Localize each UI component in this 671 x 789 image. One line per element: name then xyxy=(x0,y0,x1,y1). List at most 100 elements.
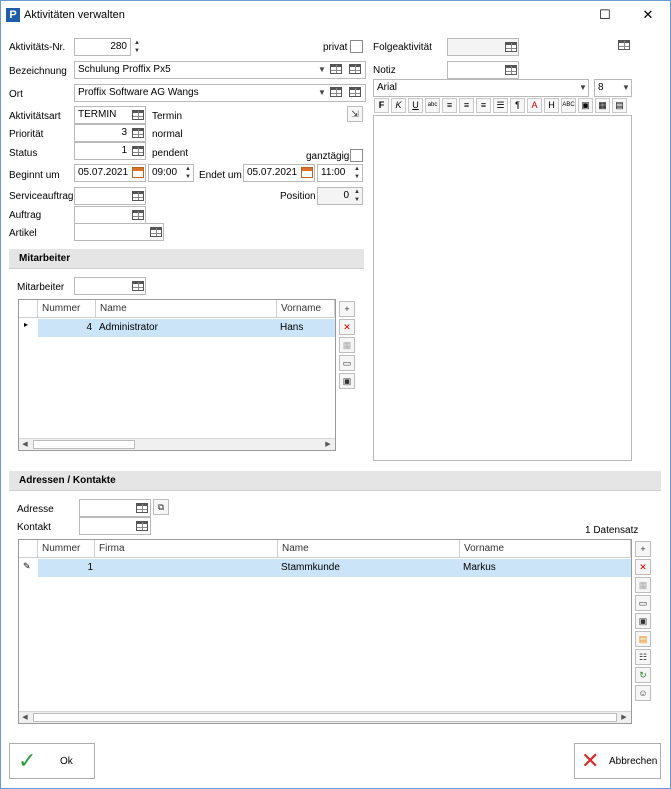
delete-row-icon[interactable]: ✕ xyxy=(339,319,355,335)
paragraph-icon[interactable]: ¶ xyxy=(510,98,525,113)
font-color-icon[interactable]: A xyxy=(527,98,542,113)
scroll-right-icon[interactable]: ▶ xyxy=(322,439,334,450)
delete-row-icon[interactable]: ✕ xyxy=(635,559,651,575)
ok-button[interactable]: ✓ Ok xyxy=(9,743,95,779)
column-header-nummer[interactable]: Nummer xyxy=(38,300,96,318)
ganztaegig-label: ganztägig xyxy=(306,151,350,162)
lookup-table-icon[interactable] xyxy=(150,227,162,237)
font-select[interactable]: Arial xyxy=(373,79,589,97)
save-icon[interactable]: ▤ xyxy=(612,98,627,113)
scroll-left-icon[interactable]: ◀ xyxy=(19,712,31,723)
scroll-left-icon[interactable]: ◀ xyxy=(19,439,31,450)
cell-name: Administrator xyxy=(99,322,158,333)
cell-nummer: 1 xyxy=(87,562,93,573)
column-header-name[interactable]: Name xyxy=(278,540,460,558)
scroll-right-icon[interactable]: ▶ xyxy=(618,712,630,723)
strikethrough-icon[interactable]: abc xyxy=(425,98,440,113)
person-icon[interactable]: ☺ xyxy=(635,685,651,701)
spellcheck-icon[interactable]: ABC xyxy=(561,98,576,113)
grid-add-icon[interactable] xyxy=(618,40,630,50)
kontakt-label: Kontakt xyxy=(17,522,51,533)
card-icon[interactable]: ▣ xyxy=(339,373,355,389)
beginnt-label: Beginnt um xyxy=(9,170,60,181)
note-icon[interactable]: ▤ xyxy=(635,631,651,647)
lookup-table-icon[interactable] xyxy=(505,65,517,75)
grid-add-icon[interactable] xyxy=(330,87,342,97)
lookup-table-icon[interactable] xyxy=(132,191,144,201)
prioritaet-label: Priorität xyxy=(9,129,44,140)
column-header-vorname[interactable]: Vorname xyxy=(277,300,335,318)
edit-row-icon[interactable]: ▦ xyxy=(635,577,651,593)
bezeichnung-dropdown-icon[interactable]: ▼ xyxy=(318,65,326,74)
notiz-editor[interactable] xyxy=(373,115,632,461)
chevron-down-icon[interactable]: ▼ xyxy=(622,83,630,92)
table-row[interactable]: 4 Administrator Hans xyxy=(38,319,335,337)
endet-label: Endet um xyxy=(199,170,242,181)
align-center-icon[interactable]: ≡ xyxy=(459,98,474,113)
detail-icon[interactable]: ▭ xyxy=(635,595,651,611)
list-icon[interactable]: ☷ xyxy=(635,649,651,665)
bold-icon[interactable]: F xyxy=(374,98,389,113)
bullet-list-icon[interactable]: ☰ xyxy=(493,98,508,113)
calendar-icon[interactable] xyxy=(132,167,144,178)
lookup-table-icon[interactable] xyxy=(505,42,517,52)
copy-icon[interactable]: ⧉ xyxy=(153,499,169,515)
export-icon[interactable]: ⇲ xyxy=(347,106,363,122)
prioritaet-desc: normal xyxy=(152,129,183,140)
calendar-icon[interactable] xyxy=(301,167,313,178)
window-title: Aktivitäten verwalten xyxy=(24,9,125,21)
grid-edit-icon[interactable] xyxy=(349,87,361,97)
detail-icon[interactable]: ▭ xyxy=(339,355,355,371)
column-header-nummer[interactable]: Nummer xyxy=(38,540,95,558)
lookup-table-icon[interactable] xyxy=(132,146,144,156)
grid-add-icon[interactable] xyxy=(330,64,342,74)
artikel-label: Artikel xyxy=(9,228,37,239)
lookup-table-icon[interactable] xyxy=(136,521,148,531)
aktnr-input[interactable]: 280 xyxy=(74,38,131,56)
status-desc: pendent xyxy=(152,148,189,159)
card-icon[interactable]: ▣ xyxy=(635,613,651,629)
maximize-button[interactable]: ☐ xyxy=(595,6,615,24)
endet-time-spinner[interactable]: ▲ ▼ xyxy=(352,165,362,181)
horizontal-scrollbar[interactable]: ◀ ▶ xyxy=(19,711,631,723)
lookup-table-icon[interactable] xyxy=(132,281,144,291)
lookup-table-icon[interactable] xyxy=(132,128,144,138)
highlight-icon[interactable]: H xyxy=(544,98,559,113)
lookup-table-icon[interactable] xyxy=(132,110,144,120)
add-row-icon[interactable]: + xyxy=(339,301,355,317)
new-doc-icon[interactable]: ▣ xyxy=(578,98,593,113)
chevron-down-icon[interactable]: ▼ xyxy=(579,83,587,92)
edit-row-icon[interactable]: ▦ xyxy=(339,337,355,353)
position-spinner[interactable]: ▲ ▼ xyxy=(352,188,362,204)
aktnr-spinner[interactable]: ▲ ▼ xyxy=(132,39,142,55)
add-row-icon[interactable]: + xyxy=(635,541,651,557)
column-header-vorname[interactable]: Vorname xyxy=(460,540,631,558)
cell-firma xyxy=(95,559,98,577)
auftrag-label: Auftrag xyxy=(9,210,42,221)
lookup-table-icon[interactable] xyxy=(132,210,144,220)
table-row[interactable]: 1 Stammkunde Markus xyxy=(38,559,631,577)
ganztaegig-checkbox[interactable] xyxy=(350,149,363,162)
beginnt-time-spinner[interactable]: ▲ ▼ xyxy=(183,165,193,181)
ort-label: Ort xyxy=(9,89,23,100)
lookup-table-icon[interactable] xyxy=(136,503,148,513)
align-left-icon[interactable]: ≡ xyxy=(442,98,457,113)
column-header-name[interactable]: Name xyxy=(96,300,277,318)
open-folder-icon[interactable]: ▦ xyxy=(595,98,610,113)
column-header-firma[interactable]: Firma xyxy=(95,540,278,558)
scroll-thumb[interactable] xyxy=(33,713,617,722)
italic-icon[interactable]: K xyxy=(391,98,406,113)
scroll-thumb[interactable] xyxy=(33,440,135,449)
align-right-icon[interactable]: ≡ xyxy=(476,98,491,113)
cancel-button[interactable]: ✕ Abbrechen xyxy=(574,743,661,779)
grid-edit-icon[interactable] xyxy=(349,64,361,74)
refresh-icon[interactable]: ↻ xyxy=(635,667,651,683)
underline-icon[interactable]: U xyxy=(408,98,423,113)
close-button[interactable]: ✕ xyxy=(638,6,658,24)
ort-dropdown-icon[interactable]: ▼ xyxy=(318,88,326,97)
dialog-window: P Aktivitäten verwalten ☐ ✕ Aktivitäts-N… xyxy=(0,0,671,789)
horizontal-scrollbar[interactable]: ◀ ▶ xyxy=(19,438,335,450)
privat-checkbox[interactable] xyxy=(350,40,363,53)
row-indicator-icon: ▸ xyxy=(24,320,29,329)
grid-header-blank xyxy=(19,540,38,558)
